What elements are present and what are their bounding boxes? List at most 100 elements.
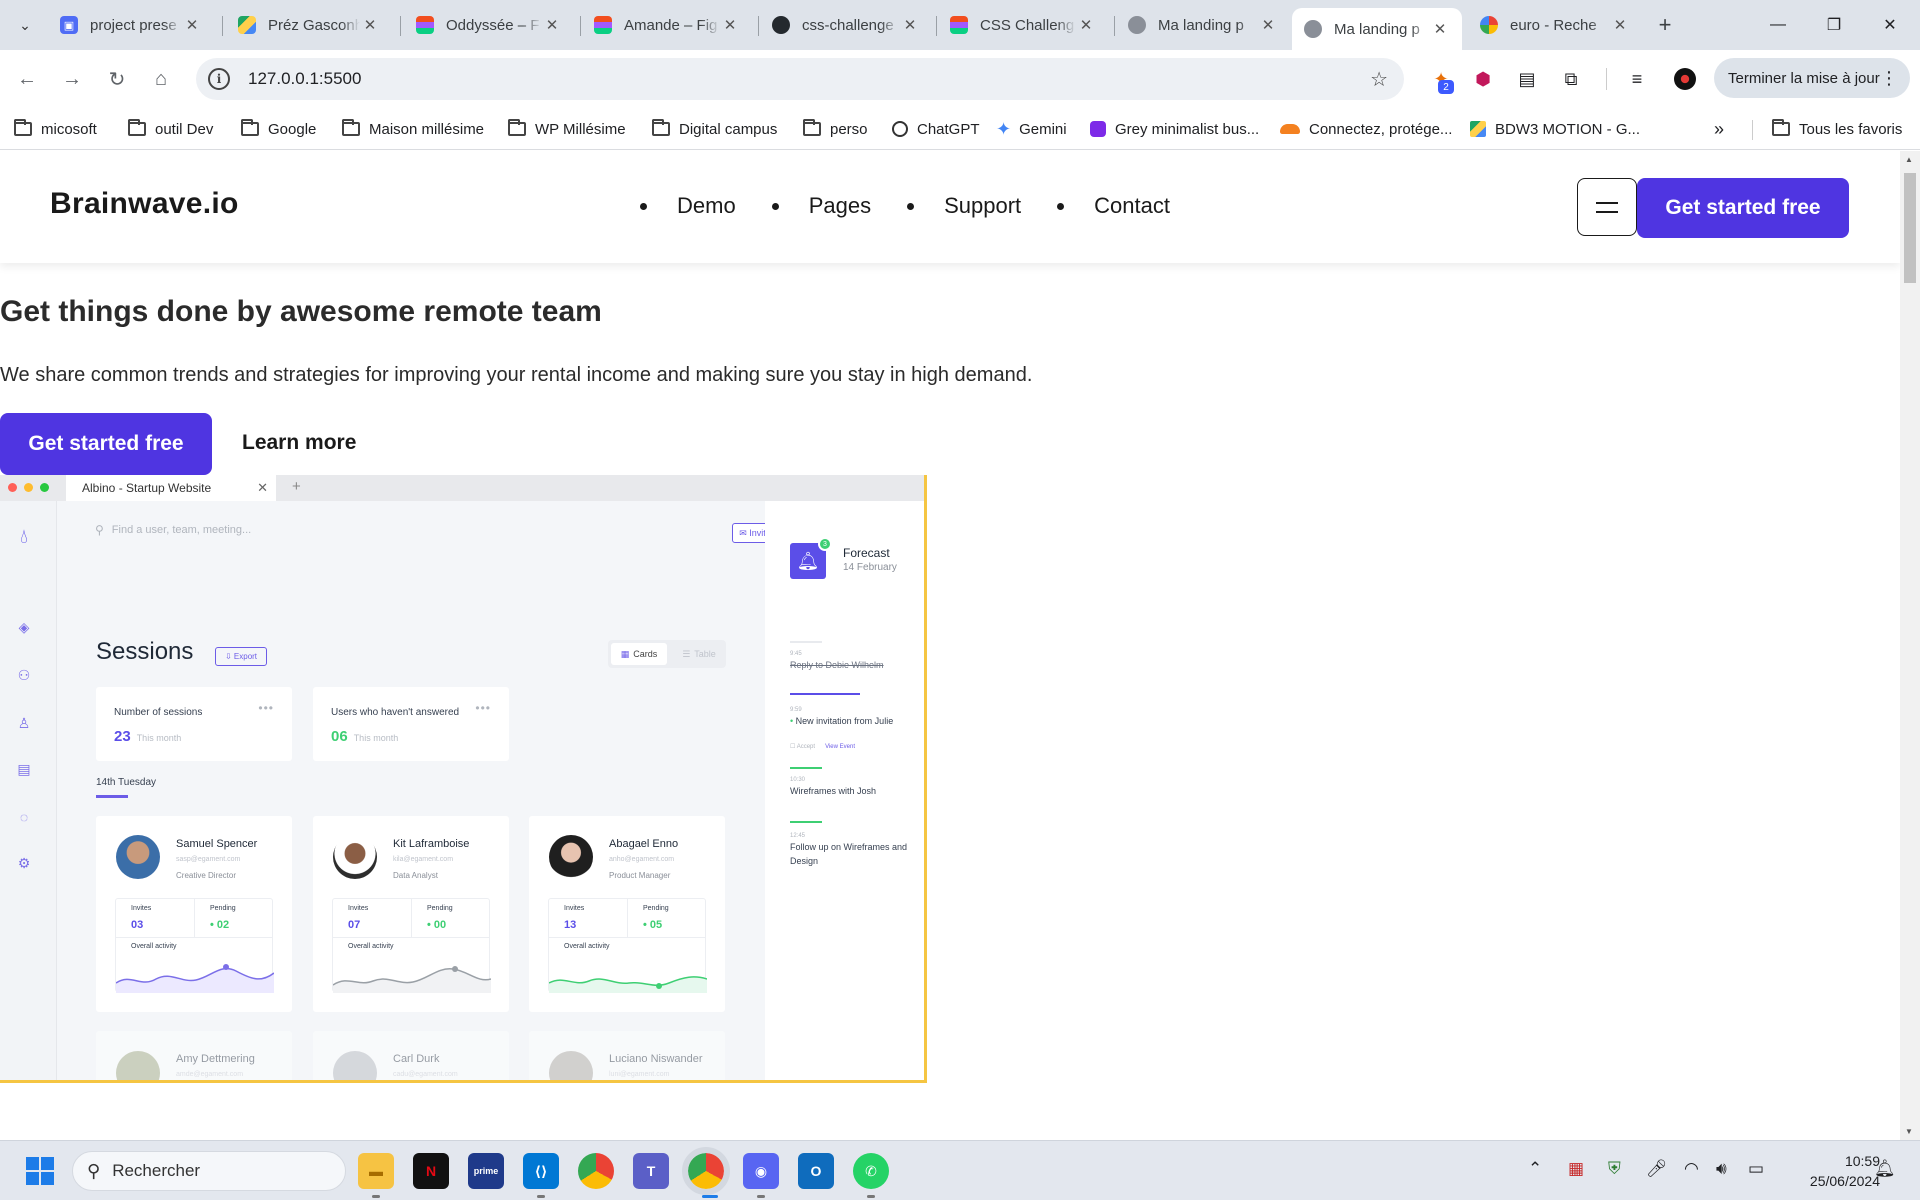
site-info-icon[interactable]: i xyxy=(208,68,230,90)
nav-item-demo[interactable]: Demo xyxy=(640,193,736,219)
nav-item-pages[interactable]: Pages xyxy=(771,193,871,219)
divider xyxy=(549,937,705,938)
home-button[interactable]: ⌂ xyxy=(144,62,178,96)
tab-label: Ma landing p xyxy=(1158,16,1244,34)
browser-tab-active[interactable]: Ma landing p ✕ xyxy=(1292,8,1462,50)
puzzle-icon[interactable]: ⧉ xyxy=(1558,66,1584,92)
close-icon[interactable]: ✕ xyxy=(182,16,202,34)
close-icon[interactable]: ✕ xyxy=(900,16,920,34)
site-logo[interactable]: Brainwave.io xyxy=(50,187,239,221)
scrollbar-thumb[interactable] xyxy=(1904,173,1916,283)
bookmark-cloudflare[interactable]: Connectez, protége... xyxy=(1280,116,1452,142)
browser-tab-7[interactable]: Ma landing p ✕ xyxy=(1116,8,1290,42)
close-icon[interactable]: ✕ xyxy=(1430,20,1450,38)
profile-avatar[interactable] xyxy=(1672,66,1698,92)
scroll-up-arrow-icon[interactable]: ▲ xyxy=(1905,155,1913,164)
bookmark-folder[interactable]: outil Dev xyxy=(128,116,213,142)
url-text[interactable]: 127.0.0.1:5500 xyxy=(248,69,361,89)
prime-video-icon[interactable]: prime xyxy=(468,1153,504,1189)
extension-file-icon[interactable]: ▤ xyxy=(1514,66,1540,92)
chrome-active-icon[interactable] xyxy=(682,1147,730,1195)
whatsapp-icon[interactable]: ✆ xyxy=(853,1153,889,1189)
page-scrollbar[interactable]: ▲ ▼ xyxy=(1900,151,1920,1140)
minimize-button[interactable]: — xyxy=(1750,0,1806,50)
header-get-started-button[interactable]: Get started free xyxy=(1637,178,1849,238)
event-text: Wireframes with Josh xyxy=(790,786,877,796)
bookmark-drive[interactable]: BDW3 MOTION - G... xyxy=(1470,116,1640,142)
volume-icon[interactable]: 🔊︎ xyxy=(1716,1159,1727,1179)
taskbar-clock[interactable]: 10:59 25/06/2024 xyxy=(1780,1151,1880,1192)
browser-tab-2[interactable]: Préz Gasconh ✕ xyxy=(226,8,392,42)
tray-overflow-chevron-icon[interactable]: ⌃ xyxy=(1528,1159,1542,1179)
media-control-icon[interactable]: ≡ xyxy=(1624,66,1650,92)
extension-cube-icon[interactable]: ⬢ xyxy=(1470,66,1496,92)
reload-button[interactable]: ↻ xyxy=(100,62,134,96)
browser-tab-9[interactable]: euro - Reche ✕ xyxy=(1468,8,1642,42)
notification-bell-icon[interactable]: 🔔︎ xyxy=(1874,1159,1896,1179)
hamburger-menu-button[interactable] xyxy=(1577,178,1637,236)
tray-app-icon[interactable]: ▦ xyxy=(1568,1159,1584,1179)
teams-icon[interactable]: T xyxy=(633,1153,669,1189)
more-bookmarks-chevron-icon[interactable]: » xyxy=(1714,116,1724,142)
scroll-down-arrow-icon[interactable]: ▼ xyxy=(1905,1127,1913,1136)
bookmark-folder[interactable]: Digital campus xyxy=(652,116,777,142)
bookmark-folder[interactable]: perso xyxy=(803,116,868,142)
vscode-icon[interactable]: ⟨⟩ xyxy=(523,1153,559,1189)
bookmark-star-icon[interactable]: ☆ xyxy=(1370,67,1388,92)
bookmark-folder[interactable]: Maison millésime xyxy=(342,116,484,142)
nav-item-support[interactable]: Support xyxy=(907,193,1021,219)
bookmark-gemini[interactable]: ✦ Gemini xyxy=(996,116,1067,142)
browser-tab-6[interactable]: CSS Challeng ✕ xyxy=(938,8,1108,42)
bookmarks-bar: micosoft outil Dev Google Maison millési… xyxy=(0,108,1920,150)
outlook-icon[interactable]: O xyxy=(798,1153,834,1189)
close-icon[interactable]: ✕ xyxy=(1610,16,1630,34)
bookmark-folder[interactable]: WP Millésime xyxy=(508,116,626,142)
tab-search-button[interactable]: ⌄ xyxy=(10,10,40,40)
person-avatar xyxy=(333,1051,377,1080)
update-button[interactable]: Terminer la mise à jour ⋮ xyxy=(1714,58,1910,98)
hero-get-started-button[interactable]: Get started free xyxy=(0,413,212,475)
browser-tab-3[interactable]: Oddyssée – F ✕ xyxy=(404,8,574,42)
taskbar-search[interactable]: ⚲ Rechercher xyxy=(72,1151,346,1191)
gemini-icon: ✦ xyxy=(996,118,1012,139)
close-icon[interactable]: ✕ xyxy=(1258,16,1278,34)
bookmark-folder[interactable]: Google xyxy=(241,116,316,142)
nav-item-contact[interactable]: Contact xyxy=(1057,193,1170,219)
close-icon[interactable]: ✕ xyxy=(360,16,380,34)
file-explorer-icon[interactable]: ▬ xyxy=(358,1153,394,1189)
drive-icon xyxy=(1470,121,1486,137)
browser-tab-1[interactable]: ▣ project prese ✕ xyxy=(48,8,214,42)
new-tab-button[interactable]: + xyxy=(1650,10,1680,40)
close-icon[interactable]: ✕ xyxy=(720,16,740,34)
clock-date: 25/06/2024 xyxy=(1809,1173,1880,1190)
browser-tab-5[interactable]: css-challenge ✕ xyxy=(760,8,932,42)
person-avatar xyxy=(333,835,377,879)
wifi-icon[interactable]: ◠ xyxy=(1684,1159,1699,1179)
browser-tab-4[interactable]: Amande – Fig ✕ xyxy=(582,8,752,42)
bookmark-chatgpt[interactable]: ChatGPT xyxy=(892,116,980,142)
tab-label: Amande – Fig xyxy=(624,16,718,34)
discord-icon[interactable]: ◉ xyxy=(743,1153,779,1189)
battery-icon[interactable]: ▭ xyxy=(1748,1159,1764,1179)
back-button[interactable]: ← xyxy=(10,62,44,96)
bookmark-folder[interactable]: micosoft xyxy=(14,116,97,142)
learn-more-link[interactable]: Learn more xyxy=(242,431,356,455)
forward-button[interactable]: → xyxy=(55,62,89,96)
address-bar[interactable]: i 127.0.0.1:5500 ☆ xyxy=(196,58,1404,100)
security-shield-icon[interactable]: ⛨ xyxy=(1608,1159,1621,1179)
close-icon[interactable]: ✕ xyxy=(542,16,562,34)
restore-button[interactable]: ❐ xyxy=(1806,0,1862,50)
bookmark-canva[interactable]: Grey minimalist bus... xyxy=(1090,116,1259,142)
event-actions: ☐ Accept View Event xyxy=(790,744,855,750)
windows-start-button[interactable] xyxy=(26,1157,54,1185)
chrome-icon[interactable] xyxy=(578,1153,614,1189)
more-menu-icon[interactable]: ⋮ xyxy=(1880,68,1898,89)
person-avatar xyxy=(116,1051,160,1080)
folder-icon xyxy=(128,119,146,136)
netflix-icon[interactable]: N xyxy=(413,1153,449,1189)
close-icon[interactable]: ✕ xyxy=(1076,16,1096,34)
person-stats-box: Invites Pending 07 • 00 Overall activity xyxy=(332,898,491,993)
all-bookmarks[interactable]: Tous les favoris xyxy=(1772,116,1902,142)
close-window-button[interactable]: ✕ xyxy=(1862,0,1918,50)
microphone-icon[interactable]: 🎤︎ xyxy=(1646,1159,1668,1179)
